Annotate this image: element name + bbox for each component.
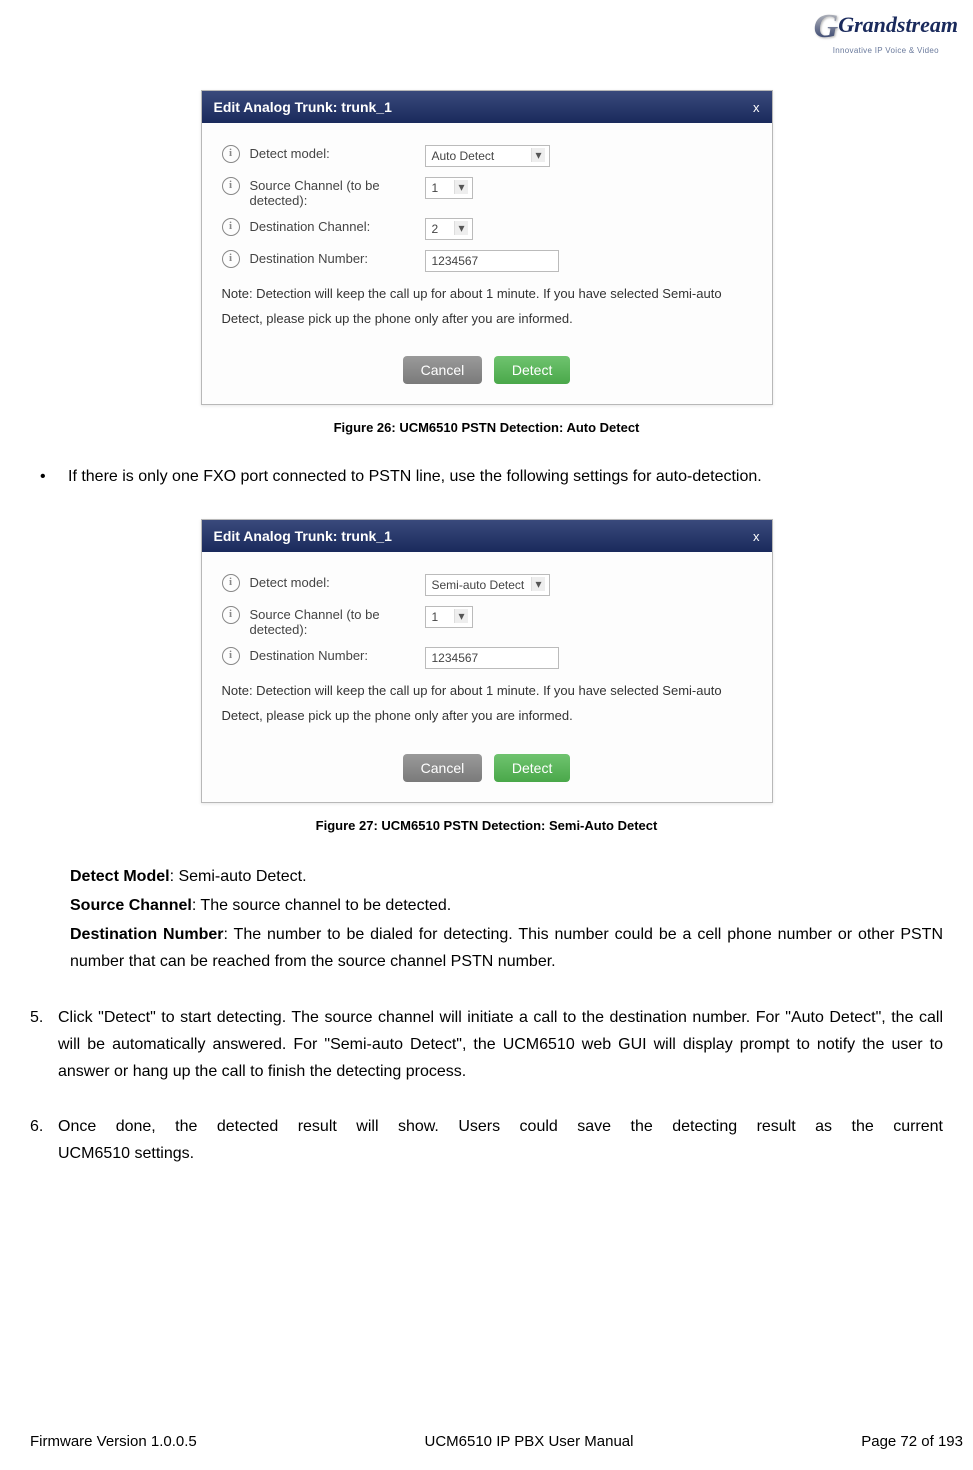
label-dest-channel: Destination Channel: [250, 218, 425, 234]
step-6: 6. Once done, the detected result will s… [30, 1113, 943, 1167]
label-dest-number: Destination Number: [250, 250, 425, 266]
footer-doc-title: UCM6510 IP PBX User Manual [425, 1433, 634, 1450]
label-source-channel: Source Channel (to be detected): [250, 177, 425, 208]
close-icon[interactable]: x [753, 100, 760, 115]
footer-page-number: Page 72 of 193 [861, 1433, 963, 1450]
detect-button[interactable]: Detect [494, 754, 570, 782]
info-icon: i [222, 177, 240, 195]
select-detect-model[interactable]: Auto Detect [425, 145, 550, 167]
definitions-block: Detect Model: Semi-auto Detect. Source C… [70, 863, 943, 976]
dialog-note: Note: Detection will keep the call up fo… [222, 679, 752, 728]
detect-button[interactable]: Detect [494, 356, 570, 384]
info-icon: i [222, 606, 240, 624]
figure-caption-27: Figure 27: UCM6510 PSTN Detection: Semi-… [30, 818, 943, 833]
select-source-channel[interactable]: 1 [425, 606, 473, 628]
footer-firmware-version: Firmware Version 1.0.0.5 [30, 1433, 197, 1450]
cancel-button[interactable]: Cancel [403, 754, 483, 782]
logo-subtext: Innovative IP Voice & Video [814, 46, 958, 55]
dialog-header: Edit Analog Trunk: trunk_1 x [202, 91, 772, 123]
label-detect-model: Detect model: [250, 145, 425, 161]
info-icon: i [222, 647, 240, 665]
info-icon: i [222, 250, 240, 268]
label-detect-model: Detect model: [250, 574, 425, 590]
page-footer: Firmware Version 1.0.0.5 UCM6510 IP PBX … [0, 1433, 973, 1450]
step-number: 5. [30, 1004, 58, 1086]
dialog-edit-analog-trunk-2: Edit Analog Trunk: trunk_1 x i Detect mo… [201, 519, 773, 802]
info-icon: i [222, 218, 240, 236]
bullet-text: If there is only one FXO port connected … [68, 465, 762, 489]
close-icon[interactable]: x [753, 529, 760, 544]
step-number: 6. [30, 1113, 58, 1167]
cancel-button[interactable]: Cancel [403, 356, 483, 384]
step-text: Click "Detect" to start detecting. The s… [58, 1004, 943, 1086]
bullet-item: • If there is only one FXO port connecte… [40, 465, 943, 489]
brand-logo: GGrandstream Innovative IP Voice & Video [814, 8, 958, 55]
dialog-edit-analog-trunk-1: Edit Analog Trunk: trunk_1 x i Detect mo… [201, 90, 773, 405]
select-detect-model[interactable]: Semi-auto Detect [425, 574, 550, 596]
info-icon: i [222, 145, 240, 163]
select-source-channel[interactable]: 1 [425, 177, 473, 199]
select-dest-channel[interactable]: 2 [425, 218, 473, 240]
step-5: 5. Click "Detect" to start detecting. Th… [30, 1004, 943, 1086]
info-icon: i [222, 574, 240, 592]
dialog-title: Edit Analog Trunk: trunk_1 [214, 99, 392, 115]
logo-text: Grandstream [838, 12, 958, 37]
step6-line2: UCM6510 settings. [58, 1140, 943, 1167]
dialog-header: Edit Analog Trunk: trunk_1 x [202, 520, 772, 552]
input-dest-number[interactable]: 1234567 [425, 647, 559, 669]
figure-caption-26: Figure 26: UCM6510 PSTN Detection: Auto … [30, 420, 943, 435]
label-dest-number: Destination Number: [250, 647, 425, 663]
step-text: Once done, the detected result will show… [58, 1113, 943, 1167]
dialog-title: Edit Analog Trunk: trunk_1 [214, 528, 392, 544]
dialog-note: Note: Detection will keep the call up fo… [222, 282, 752, 331]
label-source-channel: Source Channel (to be detected): [250, 606, 425, 637]
input-dest-number[interactable]: 1234567 [425, 250, 559, 272]
